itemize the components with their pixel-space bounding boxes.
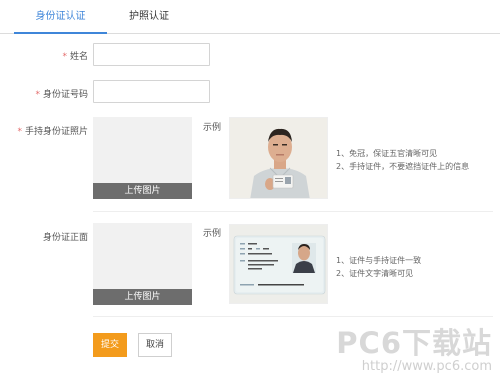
handheld-photo-label: * 手持身份证照片 [4, 124, 88, 137]
handheld-upload-button[interactable]: 上传图片 [93, 183, 192, 199]
id-front-notes: 1、证件与手持证件一致 2、证件文字清晰可见 [336, 254, 421, 280]
handheld-example-label: 示例 [203, 123, 222, 133]
divider [93, 316, 493, 317]
watermark: PC6下载站 http://www.pc6.com [336, 328, 492, 374]
id-number-label: * 身份证号码 [10, 87, 88, 100]
id-number-input[interactable] [93, 80, 210, 103]
id-card-illustration [230, 225, 327, 303]
id-front-upload-area[interactable]: 上传图片 [93, 223, 192, 305]
id-front-label: 身份证正面 [42, 233, 88, 243]
required-mark: * [35, 90, 40, 100]
note-line: 2、手持证件，不要遮挡证件上的信息 [336, 162, 470, 171]
person-holding-id-illustration [230, 118, 327, 198]
handheld-photo-label-text: 手持身份证照片 [24, 127, 88, 137]
required-mark: * [17, 127, 22, 137]
name-label: * 姓名 [20, 49, 88, 62]
name-input[interactable] [93, 43, 210, 66]
tab-bar: 身份证认证 护照认证 [0, 0, 500, 34]
watermark-url: http://www.pc6.com [361, 359, 492, 374]
watermark-logo: PC6下载站 [336, 326, 492, 360]
submit-button[interactable]: 提交 [93, 333, 127, 357]
handheld-example-image [229, 117, 328, 199]
divider [93, 211, 493, 212]
name-label-text: 姓名 [69, 52, 88, 62]
id-number-label-text: 身份证号码 [42, 90, 88, 100]
id-front-example-label: 示例 [203, 229, 222, 239]
note-line: 1、证件与手持证件一致 [336, 256, 422, 265]
note-line: 2、证件文字清晰可见 [336, 269, 414, 278]
required-mark: * [62, 52, 67, 62]
tab-id-card[interactable]: 身份证认证 [14, 0, 107, 34]
handheld-notes: 1、免冠，保证五官清晰可见 2、手持证件，不要遮挡证件上的信息 [336, 147, 469, 173]
id-front-upload-button[interactable]: 上传图片 [93, 289, 192, 305]
handheld-upload-area[interactable]: 上传图片 [93, 117, 192, 199]
id-front-example-image [229, 224, 328, 304]
note-line: 1、免冠，保证五官清晰可见 [336, 149, 438, 158]
tab-passport[interactable]: 护照认证 [118, 0, 180, 34]
cancel-button[interactable]: 取消 [138, 333, 172, 357]
